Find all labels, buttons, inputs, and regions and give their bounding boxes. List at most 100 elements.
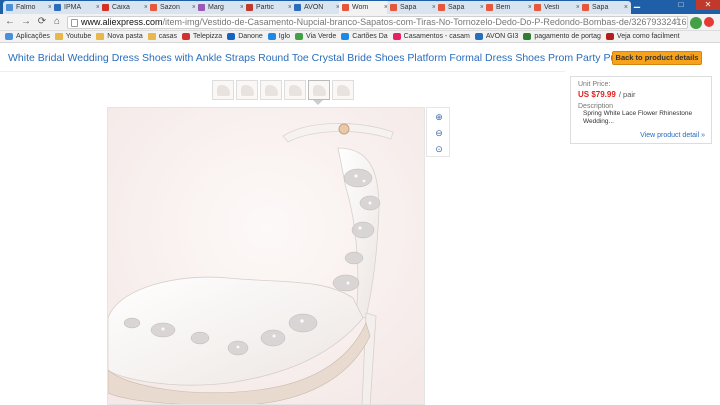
tab-label: Bem	[496, 4, 511, 11]
browser-tab[interactable]: AVON ×	[291, 1, 343, 14]
bookmark-item[interactable]: AVON GI3	[474, 33, 519, 40]
tab-label: Partic	[256, 4, 274, 11]
product-thumbnail[interactable]	[236, 80, 258, 100]
payment-icon	[523, 33, 532, 40]
forward-arrow-icon[interactable]: →	[20, 16, 32, 28]
tab-label: Marg	[208, 4, 224, 11]
bookmark-item[interactable]: Via Verde	[295, 33, 336, 40]
bookmark-label: Aplicações	[16, 33, 50, 40]
browser-tab[interactable]: Sapa ×	[387, 1, 439, 14]
home-icon[interactable]: ⌂	[51, 16, 63, 28]
shoe-thumbnail-icon	[289, 85, 302, 96]
folder-icon	[147, 33, 156, 40]
bookmark-item[interactable]: Cartões Da	[341, 33, 388, 40]
browser-tab[interactable]: Caixa ×	[99, 1, 151, 14]
thumbnail-strip	[212, 80, 356, 100]
zoom-out-icon[interactable]: ⊖	[433, 127, 445, 139]
browser-tab[interactable]: Falmo ×	[3, 1, 55, 14]
browser-tab[interactable]: Marg ×	[195, 1, 247, 14]
bookmark-item[interactable]: Casamentos - casam	[392, 33, 470, 40]
address-host: www.aliexpress.com	[81, 17, 163, 27]
tab-label: Sapa	[400, 4, 417, 11]
folder-icon	[54, 33, 63, 40]
bookmark-item[interactable]: Veja como facilment	[605, 33, 680, 40]
zoom-reset-icon[interactable]: ⊙	[433, 143, 445, 155]
extension-red-icon[interactable]	[704, 17, 714, 27]
product-thumbnail[interactable]	[332, 80, 354, 100]
view-product-detail-link[interactable]: View product detail »	[640, 132, 705, 139]
tab-label: Sapa	[592, 4, 609, 11]
bookmark-label: Casamentos - casam	[403, 33, 470, 40]
description-label: Description	[578, 103, 614, 110]
bookmark-item[interactable]: Danone	[227, 33, 263, 40]
telepizza-icon	[182, 33, 191, 40]
browser-tab[interactable]: Wom ×	[339, 1, 391, 14]
bookmark-label: Veja como facilment	[616, 33, 680, 40]
back-arrow-icon[interactable]: ←	[4, 16, 16, 28]
via-verde-icon	[295, 33, 304, 40]
folder-icon	[96, 33, 105, 40]
divider	[0, 71, 565, 72]
price-row: US $79.99 / pair	[578, 88, 704, 100]
bookmark-item[interactable]: Youtube	[54, 33, 92, 40]
unit-price-label: Unit Price:	[578, 81, 611, 88]
tab-favicon-icon	[54, 4, 61, 11]
tab-favicon-icon	[534, 4, 541, 11]
browser-tab[interactable]: IPMA ×	[51, 1, 103, 14]
tab-favicon-icon	[102, 4, 109, 11]
description-text: Spring White Lace Flower Rhinestone Wedd…	[583, 110, 693, 125]
minimize-icon[interactable]: ▁	[630, 0, 644, 9]
bookmark-label: Iglo	[278, 33, 291, 40]
product-thumbnail[interactable]	[284, 80, 306, 100]
tab-close-icon[interactable]: ×	[624, 4, 628, 11]
tab-favicon-icon	[150, 4, 157, 11]
bookmark-item[interactable]: Nova pasta	[96, 33, 143, 40]
reload-icon[interactable]: ⟳	[36, 16, 48, 28]
tab-label: IPMA	[64, 4, 82, 11]
zoom-in-icon[interactable]: ⊕	[433, 111, 445, 123]
product-thumbnail[interactable]	[212, 80, 234, 100]
close-window-icon[interactable]: ✕	[696, 0, 720, 10]
bookmark-label: Youtube	[65, 33, 92, 40]
tab-favicon-icon	[198, 4, 205, 11]
tab-favicon-icon	[342, 4, 349, 11]
danone-icon	[227, 33, 236, 40]
price-unit: / pair	[618, 90, 636, 99]
page-info-icon[interactable]	[71, 19, 78, 27]
tab-favicon-icon	[246, 4, 253, 11]
extension-green-icon[interactable]	[690, 17, 702, 29]
casamentos-icon	[392, 33, 401, 40]
browser-tab[interactable]: Sapa ×	[579, 1, 631, 14]
back-to-product-button[interactable]: Back to product details	[612, 51, 702, 65]
shoe-thumbnail-icon	[265, 85, 278, 96]
tab-label: Falmo	[16, 4, 36, 11]
address-bar[interactable]: www.aliexpress.com/item-img/Vestido-de-C…	[67, 16, 688, 29]
bookmark-label: Nova pasta	[107, 33, 143, 40]
bookmark-item[interactable]: Telepizza	[182, 33, 222, 40]
tab-label: Wom	[352, 4, 369, 11]
bookmark-label: AVON GI3	[485, 33, 519, 40]
bookmark-label: Telepizza	[193, 33, 223, 40]
bookmark-star-icon[interactable]: ☆	[673, 16, 682, 27]
bookmark-item[interactable]: Iglo	[267, 33, 291, 40]
browser-tab[interactable]: Sazon ×	[147, 1, 199, 14]
tab-label: AVON	[304, 4, 324, 11]
product-thumbnail[interactable]	[308, 80, 330, 100]
bookmark-item[interactable]: casas	[147, 33, 177, 40]
browser-tab[interactable]: Bem ×	[483, 1, 535, 14]
tab-favicon-icon	[390, 4, 397, 11]
tab-favicon-icon	[582, 4, 589, 11]
bookmark-item[interactable]: pagamento de portag	[523, 33, 601, 40]
browser-tab[interactable]: Partic ×	[243, 1, 295, 14]
bookmark-item[interactable]: Aplicações	[5, 33, 50, 40]
browser-tab[interactable]: Sapa ×	[435, 1, 487, 14]
product-title: White Bridal Wedding Dress Shoes with An…	[8, 52, 637, 64]
tab-label: Sapa	[448, 4, 465, 11]
browser-tab[interactable]: Vesti ×	[531, 1, 583, 14]
maximize-icon[interactable]: □	[674, 0, 688, 10]
shoe-thumbnail-icon	[241, 85, 254, 96]
product-thumbnail[interactable]	[260, 80, 282, 100]
product-main-image[interactable]	[107, 107, 425, 405]
tab-favicon-icon	[486, 4, 493, 11]
navigation-toolbar: ← → ⟳ ⌂ www.aliexpress.com/item-img/Vest…	[0, 14, 720, 31]
